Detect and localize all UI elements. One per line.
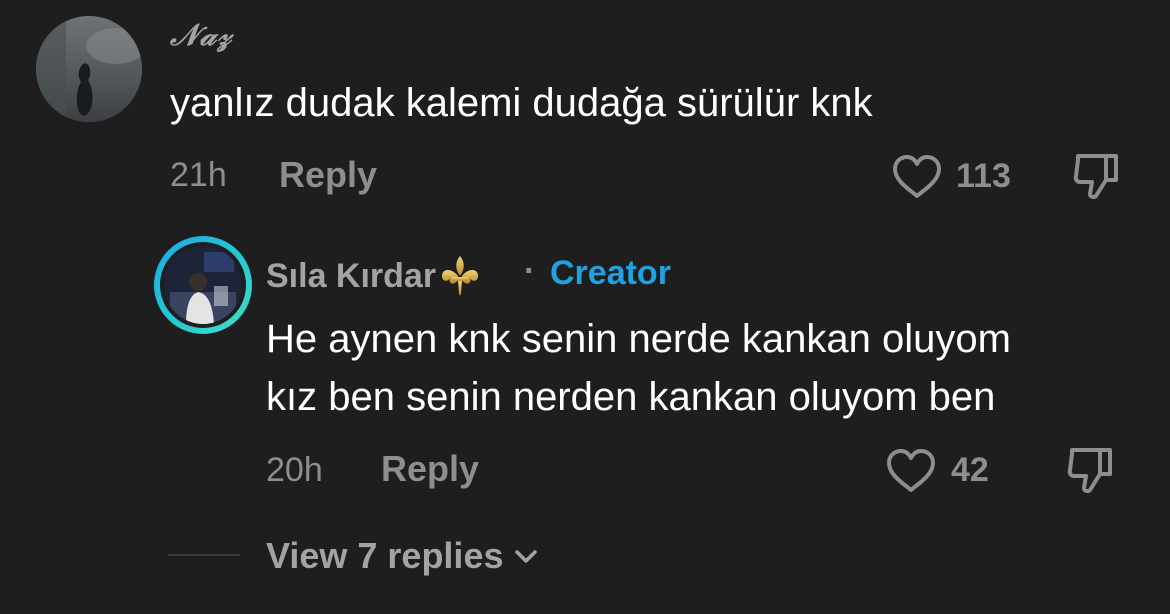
dislike-icon[interactable] bbox=[1070, 150, 1124, 202]
like-heart-icon[interactable] bbox=[884, 446, 938, 496]
creator-avatar[interactable] bbox=[154, 236, 252, 334]
reply-button[interactable]: Reply bbox=[279, 154, 377, 196]
like-count: 113 bbox=[956, 157, 1011, 195]
reply-text-line: kız ben senin nerden kankan oluyom ben bbox=[266, 375, 996, 419]
thread-divider bbox=[168, 554, 240, 556]
separator-dot: · bbox=[524, 252, 536, 290]
chevron-down-icon bbox=[511, 541, 541, 571]
creator-name-label: Sıla Kırdar bbox=[266, 256, 437, 295]
like-count: 42 bbox=[951, 451, 989, 489]
fleur-de-lis-icon bbox=[438, 254, 482, 298]
view-replies-label: View 7 replies bbox=[266, 535, 504, 576]
view-replies-button[interactable]: View 7 replies bbox=[266, 535, 541, 577]
comment-text: yanlız dudak kalemi dudağa sürülür knk bbox=[170, 81, 873, 125]
comment-author[interactable]: 𝒩𝒶𝓏 bbox=[170, 18, 232, 53]
reply-timestamp: 20h bbox=[266, 451, 323, 489]
dislike-icon[interactable] bbox=[1064, 444, 1118, 496]
reply-button[interactable]: Reply bbox=[381, 448, 479, 490]
commenter-avatar[interactable] bbox=[36, 16, 142, 122]
creator-name[interactable]: Sıla Kırdar bbox=[266, 254, 482, 298]
reply-text: He aynen knk senin nerde kankan oluyom k… bbox=[266, 310, 1011, 426]
comment-timestamp: 21h bbox=[170, 156, 227, 194]
creator-badge: Creator bbox=[550, 254, 671, 292]
reply-text-line: He aynen knk senin nerde kankan oluyom bbox=[266, 317, 1011, 361]
like-heart-icon[interactable] bbox=[890, 152, 944, 202]
